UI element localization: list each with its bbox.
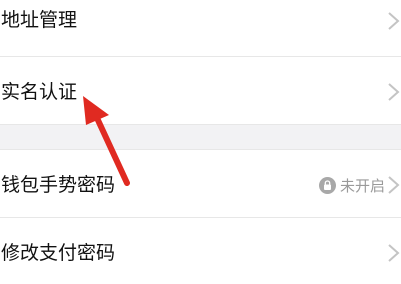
settings-item-label: 修改支付密码 — [1, 242, 116, 264]
lock-icon — [318, 176, 336, 194]
chevron-right-icon — [388, 83, 400, 101]
settings-item-label: 钱包手势密码 — [1, 174, 116, 196]
chevron-right-icon — [388, 244, 400, 262]
settings-item-label: 实名认证 — [1, 81, 78, 103]
settings-item-real-name-verification[interactable]: 实名认证 — [0, 57, 401, 124]
chevron-right-icon — [388, 176, 400, 194]
settings-item-label: 地址管理 — [1, 9, 78, 31]
settings-item-address[interactable]: 地址管理 — [0, 0, 401, 56]
status-text: 未开启 — [339, 176, 385, 195]
section-gap — [0, 124, 401, 149]
divider — [0, 124, 401, 125]
chevron-right-icon — [388, 12, 400, 30]
settings-item-change-payment-password[interactable]: 修改支付密码 — [0, 218, 401, 284]
gesture-password-status: 未开启 — [318, 175, 385, 195]
